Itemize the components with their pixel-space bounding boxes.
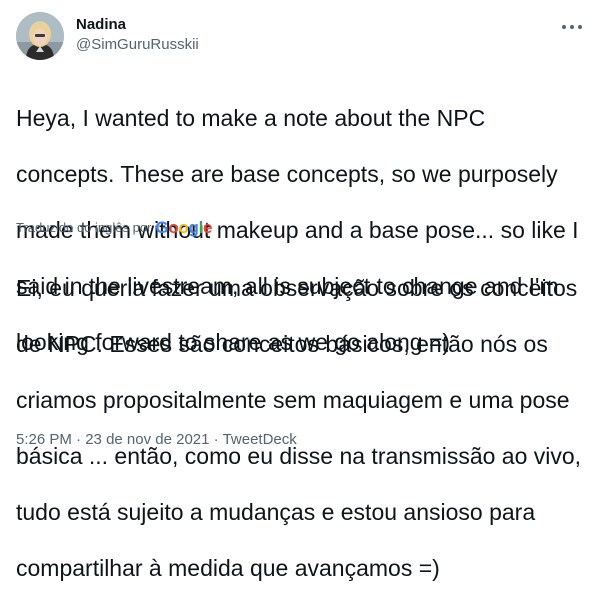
- meta-separator: ·: [209, 431, 223, 448]
- avatar[interactable]: [16, 12, 64, 60]
- translation-line: compartilhar à medida que avançamos =): [16, 555, 440, 581]
- translation-line: Ei, eu queria fazer uma observação sobre…: [16, 275, 578, 301]
- more-horizontal-icon[interactable]: [562, 20, 582, 34]
- tweet-meta: 5:26 PM · 23 de nov de 2021 · TweetDeck: [16, 430, 297, 450]
- tweet-time[interactable]: 5:26 PM: [16, 431, 72, 448]
- user-handle[interactable]: @SimGuruRusskii: [76, 35, 199, 55]
- more-dot: [570, 25, 574, 29]
- translation-line: criamos propositalmente sem maquiagem e …: [16, 387, 570, 413]
- more-dot: [578, 25, 582, 29]
- tweet-card: Nadina @SimGuruRusskii Heya, I wanted to…: [0, 0, 600, 581]
- translation-text: Ei, eu queria fazer uma observação sobre…: [16, 246, 586, 610]
- more-dot: [562, 25, 566, 29]
- translation-line: de NPC. Esses são conceitos básicos, ent…: [16, 331, 548, 357]
- meta-separator: ·: [71, 431, 86, 448]
- tweet-date[interactable]: 23 de nov de 2021: [85, 431, 209, 448]
- tweet-source[interactable]: TweetDeck: [223, 431, 297, 448]
- tweet-line: concepts. These are base concepts, so we…: [16, 161, 558, 187]
- tweet-line: Heya, I wanted to make a note about the …: [16, 105, 486, 131]
- translation-line: tudo está sujeito a mudanças e estou ans…: [16, 499, 536, 525]
- google-letter: e: [203, 218, 213, 237]
- translation-attribution[interactable]: Traduzido do inglês por Google: [16, 218, 213, 237]
- author-block: Nadina @SimGuruRusskii: [76, 15, 199, 55]
- google-letter: g: [188, 218, 199, 237]
- google-logo: Google: [155, 218, 213, 237]
- translation-label: Traduzido do inglês por: [16, 220, 152, 235]
- google-letter: o: [168, 218, 179, 237]
- avatar-image: [16, 12, 64, 60]
- display-name[interactable]: Nadina: [76, 15, 199, 35]
- google-letter: G: [155, 218, 169, 237]
- google-letter: o: [178, 218, 189, 237]
